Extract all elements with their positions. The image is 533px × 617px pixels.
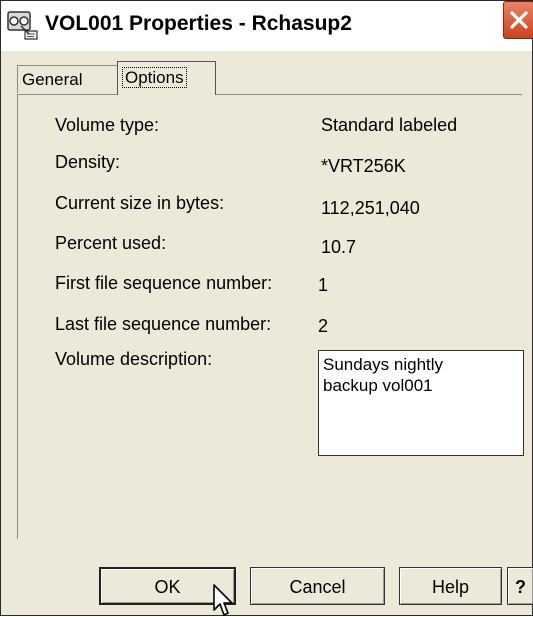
whats-this-button[interactable]: ? — [507, 567, 533, 605]
percent-used-value: 10.7 — [321, 237, 357, 257]
current-size-value: 112,251,040 — [321, 198, 420, 218]
first-file-seq-value: 1 — [318, 275, 329, 295]
density-value: *VRT256K — [321, 156, 406, 176]
tab-general-label: General — [22, 70, 83, 89]
current-size-label: Current size in bytes: — [55, 193, 225, 213]
first-file-seq-label: First file sequence number: — [55, 273, 273, 293]
tab-general[interactable]: General — [17, 65, 118, 93]
cancel-button[interactable]: Cancel — [250, 567, 385, 605]
density-label: Density: — [55, 152, 121, 172]
help-button[interactable]: Help — [399, 567, 502, 605]
volume-description-label: Volume description: — [55, 349, 213, 369]
title-bar[interactable]: VOL001 Properties - Rchasup2 — [1, 1, 533, 51]
volume-type-label: Volume type: — [55, 115, 160, 135]
last-file-seq-value: 2 — [318, 316, 329, 336]
last-file-seq-label: Last file sequence number: — [55, 314, 272, 334]
close-icon — [510, 11, 528, 29]
tab-strip: General Options — [9, 61, 524, 95]
tab-options[interactable]: Options — [117, 61, 216, 95]
volume-description-field[interactable]: Sundays nightly backup vol001 — [318, 350, 524, 456]
volume-icon — [7, 11, 39, 41]
window-title: VOL001 Properties - Rchasup2 — [45, 12, 352, 35]
properties-dialog: VOL001 Properties - Rchasup2 General Opt… — [0, 0, 533, 616]
percent-used-label: Percent used: — [55, 233, 167, 253]
ok-button[interactable]: OK — [99, 567, 236, 605]
volume-type-value: Standard labeled — [321, 115, 458, 135]
tab-options-label: Options — [122, 67, 187, 88]
close-button[interactable] — [503, 1, 533, 39]
